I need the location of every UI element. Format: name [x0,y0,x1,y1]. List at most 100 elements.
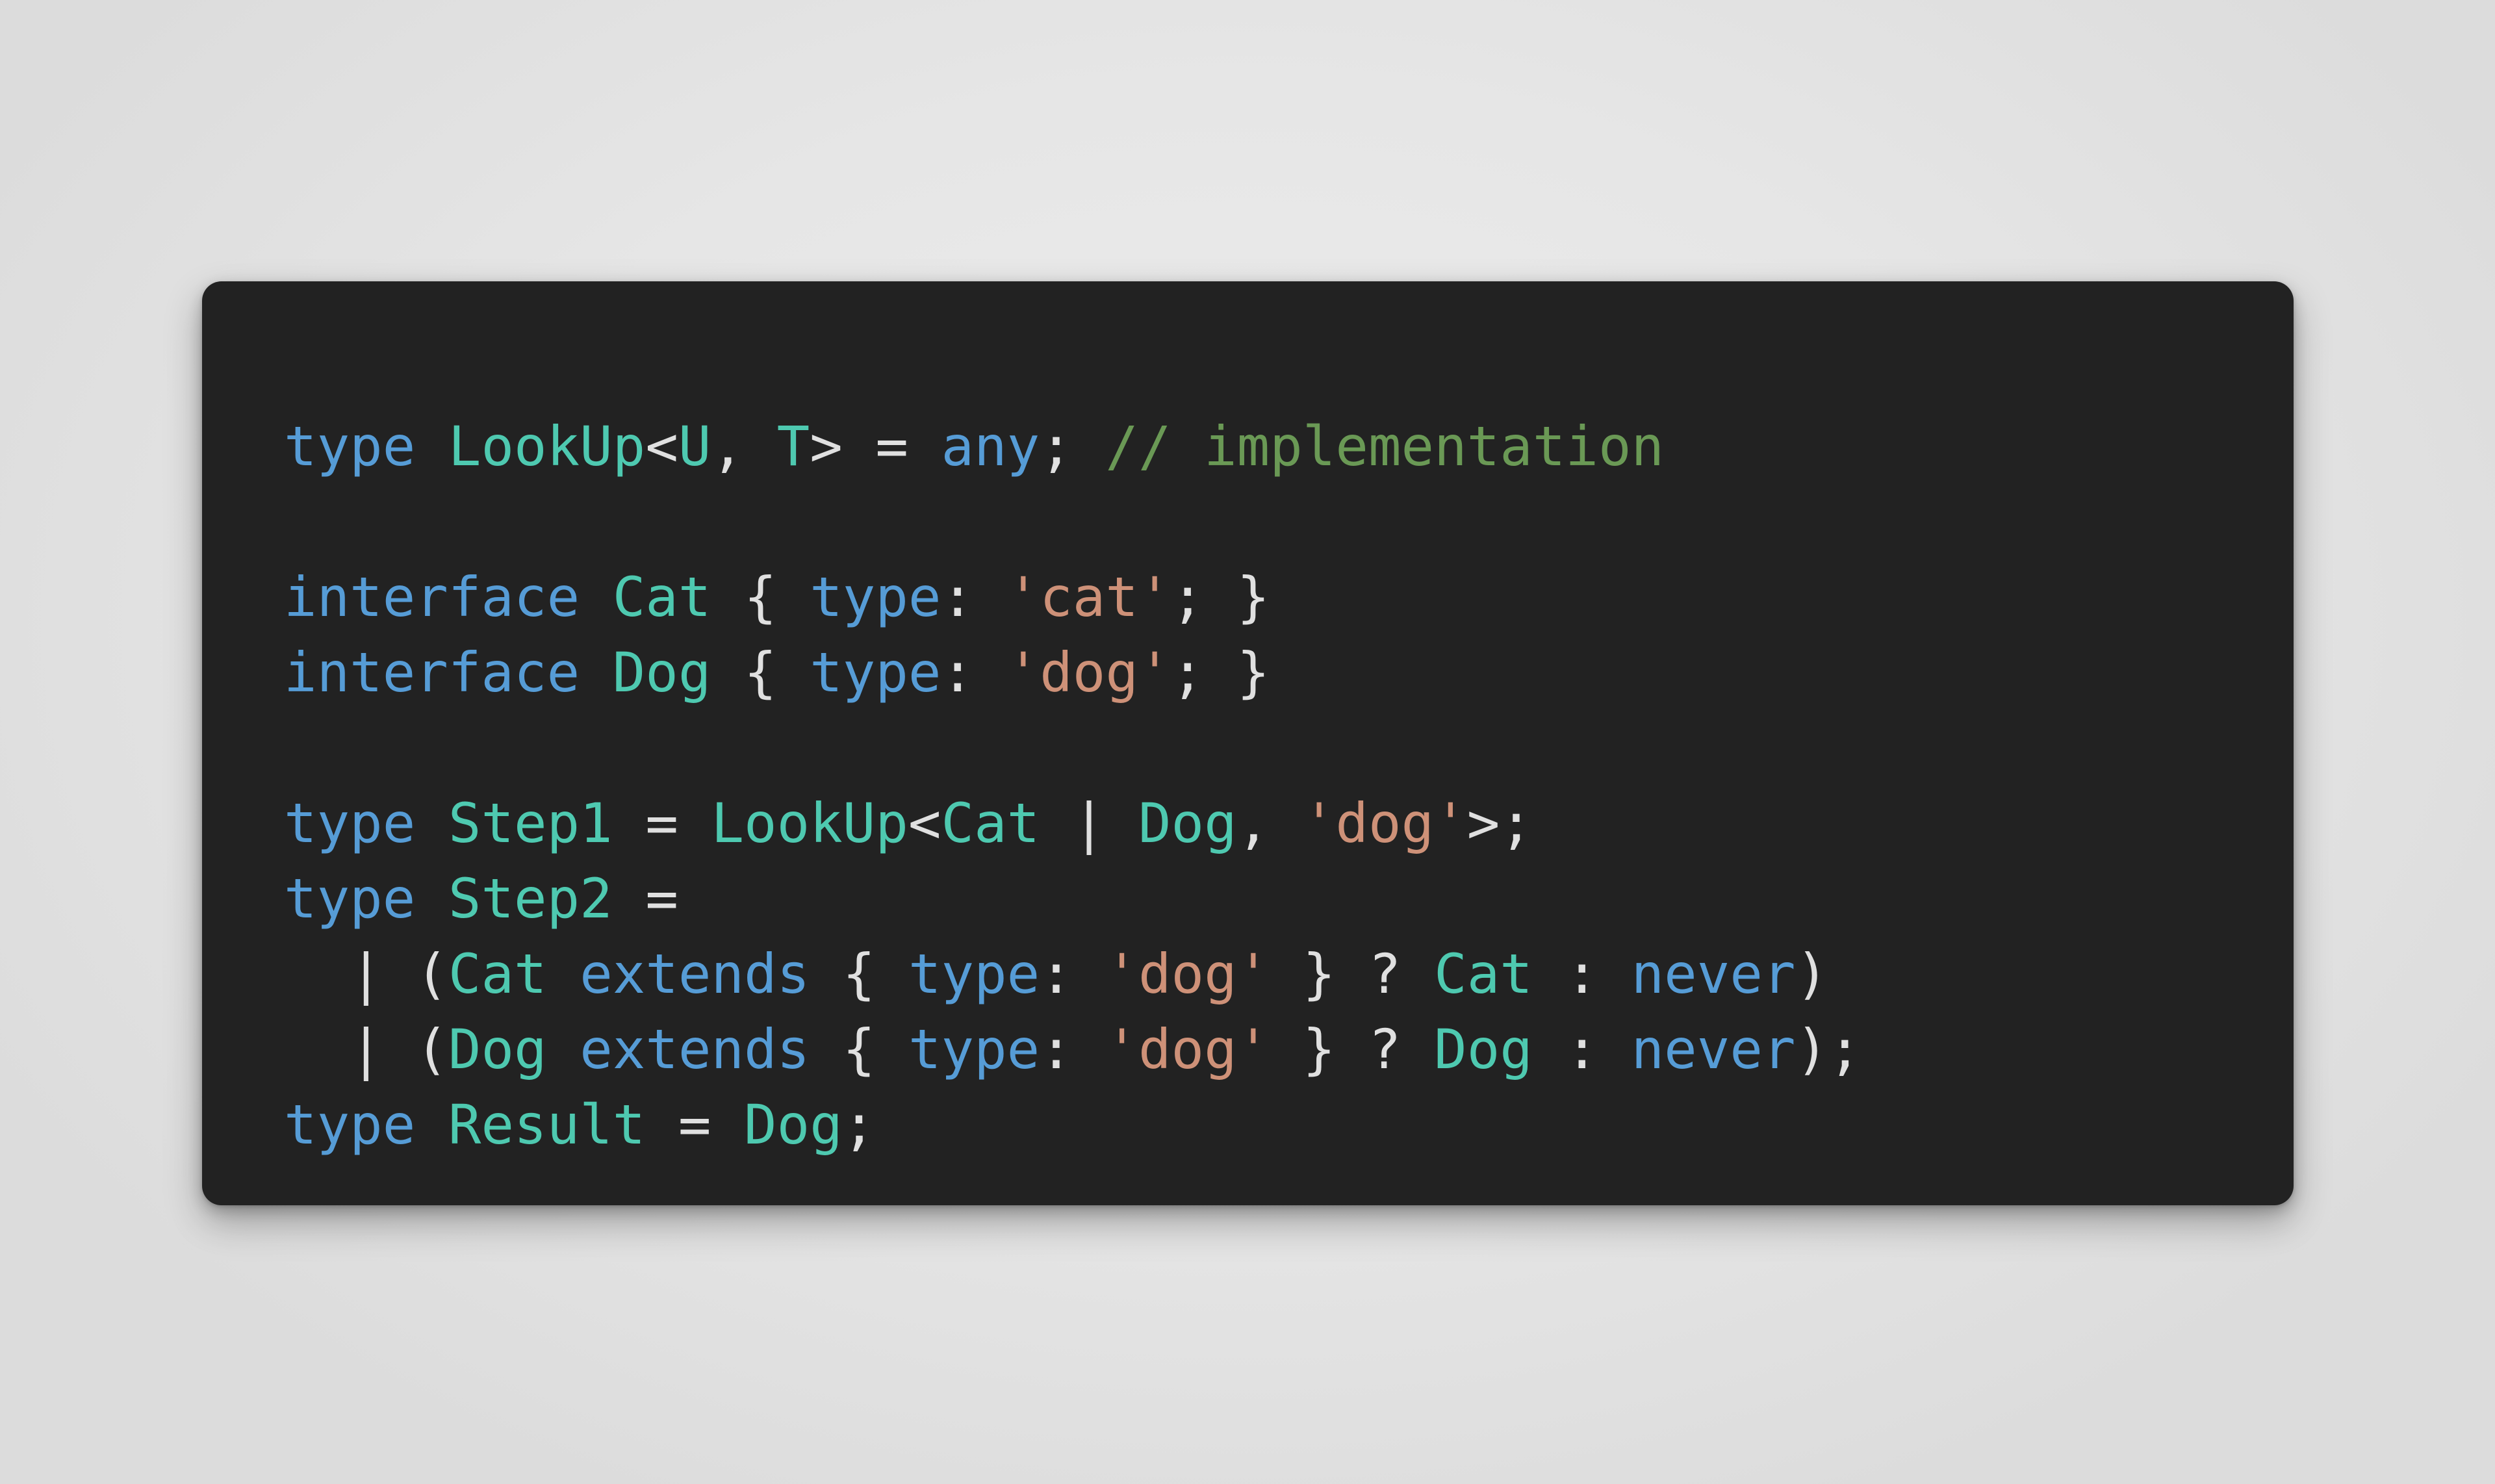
code-token-type: LookUp [711,791,908,855]
code-line: type LookUp<U, T> = any; // implementati… [284,409,2294,484]
code-token-type: Cat [612,565,711,629]
code-token-punct: ; [1171,565,1205,629]
code-token-punct: } [1236,565,1270,629]
code-token-keyword: any [941,415,1040,478]
code-token-punct: } [1236,641,1270,704]
code-token-punct: , [1236,791,1303,855]
code-token-string: 'dog' [1006,641,1171,704]
code-block[interactable]: type LookUp< U, T > = any; // implementati… [284,409,2294,1162]
code-token-punct: | [350,942,383,1006]
code-token-punct: : [941,565,975,629]
code-token-punct: , [711,415,777,478]
code-token-punct: : [1040,942,1073,1006]
code-token-keyword: never [1631,942,1796,1006]
code-line: type Step2 = [284,861,2294,936]
code-token-string: 'dog' [1302,791,1467,855]
code-token-type: Cat [1434,942,1533,1006]
code-token-type: Cat [448,942,547,1006]
code-token-keyword: interface [284,641,580,704]
code-token-punct: { [842,942,876,1006]
code-token-keyword: type [284,791,416,855]
code-token-punct: ; [1040,415,1073,478]
code-token-punct: ; [1828,1017,1862,1081]
code-line: type Result = Dog; [284,1087,2294,1162]
code-token-punct: ) [1795,942,1829,1006]
code-token-keyword: type [810,641,941,704]
code-token-punct: : [1565,942,1599,1006]
code-token-punct: > [1466,791,1500,855]
code-token-punct: | [1072,791,1106,855]
code-token-string: 'dog' [1105,942,1270,1006]
code-token-punct: < [908,791,941,855]
code-token-type: Dog [1138,791,1237,855]
code-line: | (Cat extends { type: 'dog' } ? Cat : n… [284,936,2294,1012]
screenshot-root: type LookUp< U, T > = any; // implementati… [0,0,2495,1484]
code-token-keyword: type [908,942,1040,1006]
code-token-punct: : [1565,1017,1599,1081]
code-token-punct: = [875,415,908,478]
code-token-punct: = [645,867,678,930]
code-token-punct: ( [415,942,448,1006]
code-token-punct: = [678,1093,711,1157]
code-token-keyword: type [810,565,941,629]
code-token-keyword: interface [284,565,580,629]
code-token-punct: = [645,791,678,855]
code-line: interface Cat { type: 'cat'; } [284,559,2294,635]
code-token-type: U [678,415,711,478]
code-token-punct: ; [842,1093,876,1157]
code-snippet-card: type LookUp< U, T > = any; // implementati… [202,281,2294,1205]
code-token-type: Cat [941,791,1040,855]
code-line: | (Dog extends { type: 'dog' } ? Dog : n… [284,1012,2294,1087]
code-token-type: Dog [448,1017,547,1081]
code-token-type: Dog [1434,1017,1533,1081]
code-token-comment: // implementation [1105,415,1665,478]
code-token-keyword: extends [580,1017,810,1081]
code-token-type: Step2 [448,867,613,930]
code-token-punct: ( [415,1017,448,1081]
code-token-string: 'cat' [1006,565,1171,629]
code-token-type: Step1 [448,791,613,855]
code-token-type: T [776,415,810,478]
code-token-keyword: type [284,1093,416,1157]
code-token-punct: | [350,1017,383,1081]
code-token-punct: ) [1795,1017,1829,1081]
